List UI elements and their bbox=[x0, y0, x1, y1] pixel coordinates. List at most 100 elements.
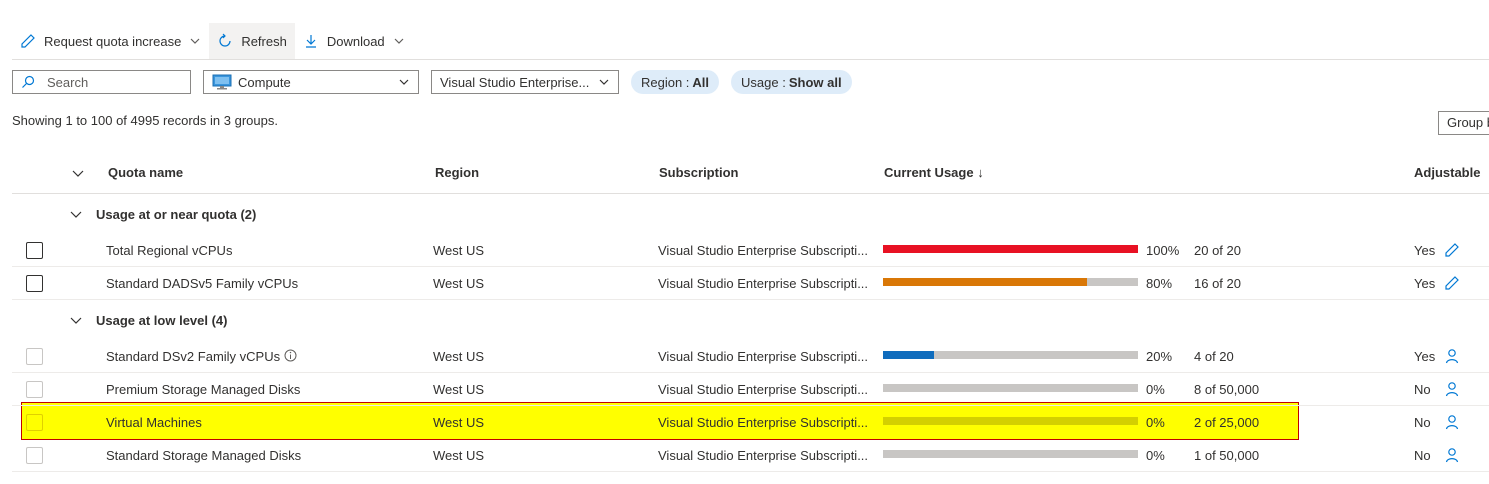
download-button[interactable]: Download bbox=[295, 23, 413, 59]
subscription-cell[interactable]: Visual Studio Enterprise Subscripti... bbox=[658, 276, 868, 291]
subscription-dropdown[interactable]: Visual Studio Enterprise... bbox=[431, 70, 619, 94]
quota-name: Premium Storage Managed Disks bbox=[106, 382, 301, 397]
quota-name: Virtual Machines bbox=[106, 415, 202, 430]
pencil-icon bbox=[21, 34, 35, 48]
chevron-down-icon bbox=[70, 211, 82, 218]
person-icon[interactable] bbox=[1444, 414, 1460, 433]
refresh-label: Refresh bbox=[241, 33, 287, 49]
region-filter-value: All bbox=[692, 74, 710, 90]
usage-percent: 100% bbox=[1146, 243, 1180, 258]
usage-count: 1 of 50,000 bbox=[1194, 448, 1260, 463]
quota-name: Standard DADSv5 Family vCPUs bbox=[106, 276, 299, 291]
quota-name: Standard Storage Managed Disks bbox=[106, 448, 302, 463]
person-icon[interactable] bbox=[1444, 447, 1460, 466]
adjustable-value: No bbox=[1414, 415, 1431, 430]
subscription-cell[interactable]: Visual Studio Enterprise Subscripti... bbox=[658, 382, 868, 397]
region-cell: West US bbox=[433, 415, 485, 430]
table-row[interactable]: Standard DADSv5 Family vCPUs West US Visua… bbox=[12, 267, 1489, 300]
download-label: Download bbox=[326, 33, 385, 49]
header-region[interactable]: Region bbox=[435, 165, 479, 180]
chevron-down-icon bbox=[394, 38, 404, 44]
region-cell: West US bbox=[433, 276, 485, 291]
table-row[interactable]: Standard DSv2 Family vCPUs West US Visual … bbox=[12, 340, 1489, 373]
filter-bar: Search Compute Visual Studio Enterprise.… bbox=[12, 70, 852, 94]
region-cell: West US bbox=[433, 349, 485, 364]
header-current-usage[interactable]: Current Usage ↓ bbox=[884, 165, 984, 180]
collapse-all-chevron-icon[interactable] bbox=[72, 167, 84, 179]
row-checkbox[interactable] bbox=[26, 242, 43, 259]
region-filter-label: Region : bbox=[641, 74, 690, 90]
adjustable-value: Yes bbox=[1414, 349, 1436, 364]
group-header-low-level[interactable]: Usage at low level (4) bbox=[12, 305, 1489, 339]
table-header: Quota name Region Subscription Current U… bbox=[12, 152, 1489, 194]
row-checkbox[interactable] bbox=[26, 275, 43, 292]
refresh-button[interactable]: Refresh bbox=[209, 23, 295, 59]
quota-name: Standard DSv2 Family vCPUs bbox=[106, 349, 281, 364]
row-checkbox[interactable] bbox=[26, 381, 43, 398]
person-icon[interactable] bbox=[1444, 381, 1460, 400]
adjustable-value: Yes bbox=[1414, 243, 1436, 258]
quota-name: Total Regional vCPUs bbox=[106, 243, 233, 258]
usage-bar bbox=[883, 384, 1138, 392]
subscription-cell[interactable]: Visual Studio Enterprise Subscripti... bbox=[658, 243, 868, 258]
region-cell: West US bbox=[433, 382, 485, 397]
usage-percent: 20% bbox=[1146, 349, 1173, 364]
subscription-cell[interactable]: Visual Studio Enterprise Subscripti... bbox=[658, 415, 868, 430]
request-quota-increase-label: Request quota increase bbox=[44, 33, 182, 49]
subscription-cell[interactable]: Visual Studio Enterprise Subscripti... bbox=[658, 448, 868, 463]
subscription-value: Visual Studio Enterprise... bbox=[440, 74, 590, 90]
adjustable-value: No bbox=[1414, 448, 1431, 463]
region-filter-pill[interactable]: Region : All bbox=[631, 70, 720, 94]
search-placeholder: Search bbox=[47, 74, 89, 90]
region-cell: West US bbox=[433, 243, 485, 258]
table-row[interactable]: Virtual Machines West US Visual Studio Ent… bbox=[12, 406, 1489, 439]
usage-bar-fill bbox=[883, 245, 1138, 253]
usage-count: 16 of 20 bbox=[1194, 276, 1241, 291]
header-quota-name[interactable]: Quota name bbox=[108, 165, 183, 180]
group-label: Usage at or near quota (2) bbox=[96, 207, 257, 222]
group-by-button[interactable]: Group b bbox=[1438, 111, 1489, 135]
computer-icon bbox=[212, 74, 232, 90]
region-cell: West US bbox=[433, 448, 485, 463]
usage-filter-pill[interactable]: Usage : Show all bbox=[731, 70, 852, 94]
header-subscription[interactable]: Subscription bbox=[659, 165, 738, 180]
chevron-down-icon bbox=[599, 79, 609, 85]
usage-bar bbox=[883, 351, 1138, 359]
table-row[interactable]: Premium Storage Managed Disks West US Visu… bbox=[12, 373, 1489, 406]
table-row[interactable]: Standard Storage Managed Disks West US Vis… bbox=[12, 439, 1489, 472]
usage-percent: 80% bbox=[1146, 276, 1173, 291]
usage-percent: 0% bbox=[1146, 382, 1165, 397]
usage-count: 20 of 20 bbox=[1194, 243, 1241, 258]
group-header-near-quota[interactable]: Usage at or near quota (2) bbox=[12, 199, 1489, 233]
row-checkbox[interactable] bbox=[26, 348, 43, 365]
usage-bar bbox=[883, 417, 1138, 425]
toolbar-divider bbox=[12, 59, 1489, 60]
subscription-cell[interactable]: Visual Studio Enterprise Subscripti... bbox=[658, 349, 868, 364]
usage-bar-fill bbox=[883, 278, 1087, 286]
pencil-icon[interactable] bbox=[1444, 275, 1460, 294]
chevron-down-icon bbox=[70, 317, 82, 324]
usage-bar bbox=[883, 245, 1138, 253]
adjustable-value: Yes bbox=[1414, 276, 1436, 291]
command-bar: Request quota increase Refresh Download bbox=[12, 23, 413, 59]
row-checkbox[interactable] bbox=[26, 414, 43, 431]
adjustable-value: No bbox=[1414, 382, 1431, 397]
request-quota-increase-button[interactable]: Request quota increase bbox=[12, 23, 209, 59]
header-adjustable[interactable]: Adjustable bbox=[1414, 165, 1480, 180]
chevron-down-icon bbox=[399, 79, 409, 85]
search-icon bbox=[22, 75, 35, 88]
search-input[interactable]: Search bbox=[12, 70, 191, 94]
person-icon[interactable] bbox=[1444, 348, 1460, 367]
records-summary: Showing 1 to 100 of 4995 records in 3 gr… bbox=[12, 113, 278, 128]
refresh-icon bbox=[219, 33, 231, 47]
download-icon bbox=[305, 35, 316, 48]
row-checkbox[interactable] bbox=[26, 447, 43, 464]
usage-bar-fill bbox=[883, 351, 934, 359]
usage-filter-value: Show all bbox=[788, 74, 842, 90]
table-row[interactable]: Total Regional vCPUs West US Visual Studio… bbox=[12, 234, 1489, 267]
info-icon[interactable] bbox=[280, 349, 297, 364]
usage-count: 8 of 50,000 bbox=[1194, 382, 1260, 397]
pencil-icon[interactable] bbox=[1444, 242, 1460, 261]
category-dropdown[interactable]: Compute bbox=[203, 70, 419, 94]
usage-count: 4 of 20 bbox=[1194, 349, 1234, 364]
